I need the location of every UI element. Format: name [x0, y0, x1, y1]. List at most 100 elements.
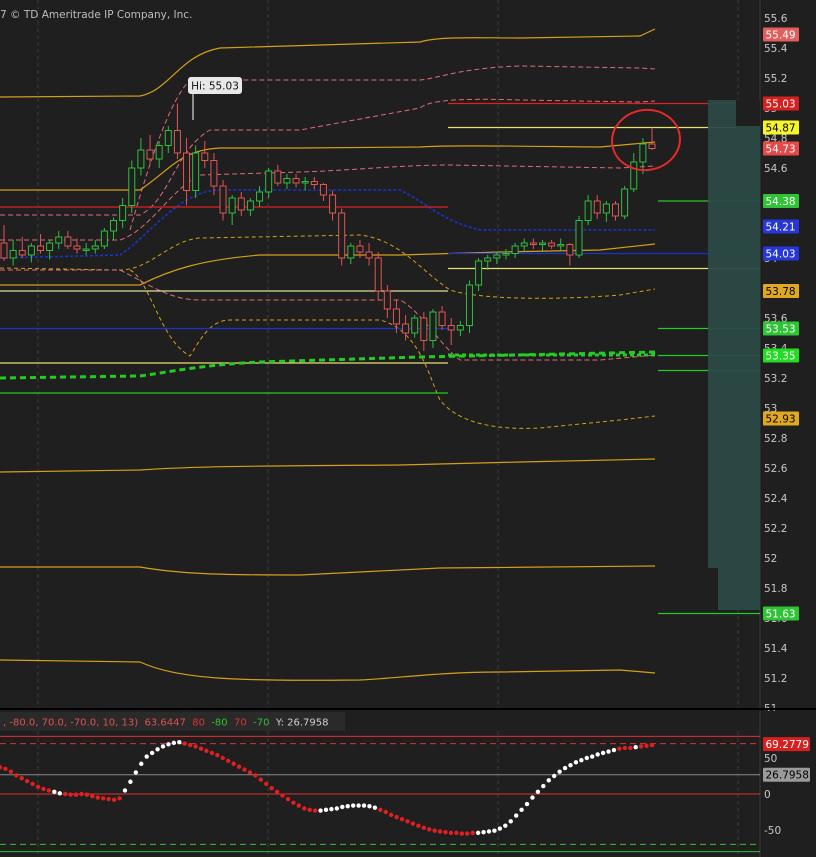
osc-dot-106 — [573, 760, 579, 765]
osc-dot-54 — [291, 800, 296, 805]
candle-body-35 — [319, 184, 327, 196]
osc-dot-21 — [111, 797, 117, 802]
osc-dot-95 — [513, 813, 519, 818]
osc-dot-14 — [73, 792, 79, 797]
osc-dot-70 — [378, 807, 383, 813]
osc-tag-label-1: 26.7958 — [766, 770, 809, 782]
price-tag-10: 52.93 — [763, 411, 799, 426]
osc-dot-46 — [247, 770, 253, 775]
candle-body-56 — [511, 245, 519, 254]
indicator-os2: -70 — [253, 718, 269, 729]
candle-body-21 — [192, 152, 200, 191]
osc-dot-35 — [187, 742, 193, 748]
osc-dot-5 — [24, 778, 30, 784]
candle-body-18 — [164, 130, 172, 146]
price-tag-4: 54.38 — [763, 194, 799, 208]
candle-body-1 — [9, 250, 17, 259]
price-tick-5: 54.6 — [764, 163, 788, 175]
osc-dot-116 — [628, 745, 633, 751]
candle-body-33 — [301, 181, 309, 184]
candle-body-12 — [110, 220, 118, 232]
price-tick-22: 51.2 — [764, 673, 787, 685]
osc-tag-1: 26.7958 — [763, 767, 810, 782]
osc-dot-111 — [600, 750, 606, 756]
price-tag-label-5: 54.21 — [766, 222, 796, 234]
candle-body-14 — [128, 167, 136, 206]
osc-dot-118 — [638, 744, 644, 749]
candle-body-39 — [356, 245, 364, 253]
osc-dot-57 — [307, 807, 312, 813]
price-tick-15: 52.6 — [764, 463, 788, 475]
candle-body-71 — [648, 143, 656, 149]
osc-dot-32 — [171, 740, 177, 746]
candle-body-7 — [64, 236, 72, 247]
osc-dot-41 — [220, 755, 225, 761]
oscillator-panel[interactable]: 50 0 -50 69.2779 26.7958 , -80.0, 70.0, -70… — [0, 711, 816, 857]
candle-body-43 — [392, 308, 400, 325]
candle-body-68 — [621, 188, 629, 217]
osc-dot-44 — [236, 764, 242, 769]
price-tag-8: 53.53 — [763, 321, 799, 336]
svg-text:, -80.0, 70.0, -70.0, 10, 13): , -80.0, 70.0, -70.0, 10, 13) 63.6447 80… — [3, 718, 329, 729]
osc-dot-56 — [302, 806, 307, 811]
candle-21 — [192, 145, 200, 198]
price-tick-21: 51.4 — [764, 643, 788, 655]
candle-37 — [338, 208, 346, 266]
osc-dot-66 — [356, 803, 361, 808]
candle-body-42 — [383, 290, 391, 310]
osc-dot-94 — [508, 819, 513, 824]
osc-dot-38 — [204, 748, 209, 753]
candle-body-27 — [246, 200, 254, 211]
osc-dot-107 — [579, 757, 584, 763]
osc-dot-52 — [280, 793, 285, 798]
indicator-y-readout: Y: 26.7958 — [275, 718, 329, 729]
candle-body-37 — [338, 212, 346, 259]
osc-dot-42 — [226, 758, 231, 764]
candle-body-17 — [155, 145, 163, 160]
osc-dot-103 — [557, 769, 562, 774]
indicator-os: -80 — [211, 718, 227, 729]
candle-body-23 — [210, 160, 218, 187]
osc-dot-69 — [372, 805, 378, 810]
osc-dot-86 — [465, 831, 470, 836]
indicator-ob2: 70 — [234, 718, 247, 729]
chart-canvas[interactable]: 55.655.455.25554.854.654.454.25453.853.6… — [0, 0, 816, 857]
candle-body-16 — [146, 149, 154, 160]
osc-dot-31 — [166, 742, 171, 747]
candle-body-8 — [73, 245, 81, 250]
price-tick-19: 51.8 — [764, 583, 787, 595]
osc-dot-17 — [90, 793, 95, 799]
osc-dot-71 — [383, 809, 388, 815]
candle-body-32 — [292, 178, 300, 184]
hi-annotation-label: Hi: 55.03 — [191, 81, 239, 93]
osc-dot-36 — [193, 744, 198, 749]
candle-body-5 — [46, 242, 54, 251]
osc-dot-18 — [95, 795, 101, 800]
osc-dot-109 — [590, 754, 595, 759]
osc-dot-88 — [475, 830, 481, 836]
price-tag-label-4: 54.38 — [766, 196, 796, 208]
osc-dot-47 — [253, 773, 258, 778]
osc-dot-85 — [459, 831, 465, 836]
osc-dot-45 — [242, 767, 247, 772]
candle-body-70 — [639, 143, 647, 163]
price-tag-label-7: 53.78 — [766, 286, 796, 298]
osc-dot-114 — [617, 746, 622, 751]
osc-dot-113 — [611, 747, 617, 753]
osc-dot-119 — [644, 743, 649, 748]
osc-dot-68 — [367, 804, 372, 809]
indicator-value: 63.6447 — [145, 718, 186, 729]
osc-dot-93 — [503, 823, 508, 828]
osc-dot-24 — [128, 779, 133, 784]
price-tag-5: 54.21 — [763, 219, 799, 234]
candle-body-22 — [201, 152, 209, 161]
osc-dot-55 — [296, 803, 302, 808]
osc-dot-120 — [649, 742, 655, 748]
volume-profile-bar — [708, 100, 760, 610]
osc-dot-10 — [52, 789, 57, 795]
candle-body-24 — [219, 185, 227, 214]
price-tag-11: 51.63 — [763, 606, 799, 621]
candle-body-20 — [183, 152, 191, 191]
candle-body-3 — [27, 245, 35, 256]
price-tag-3: 54.73 — [763, 141, 799, 156]
